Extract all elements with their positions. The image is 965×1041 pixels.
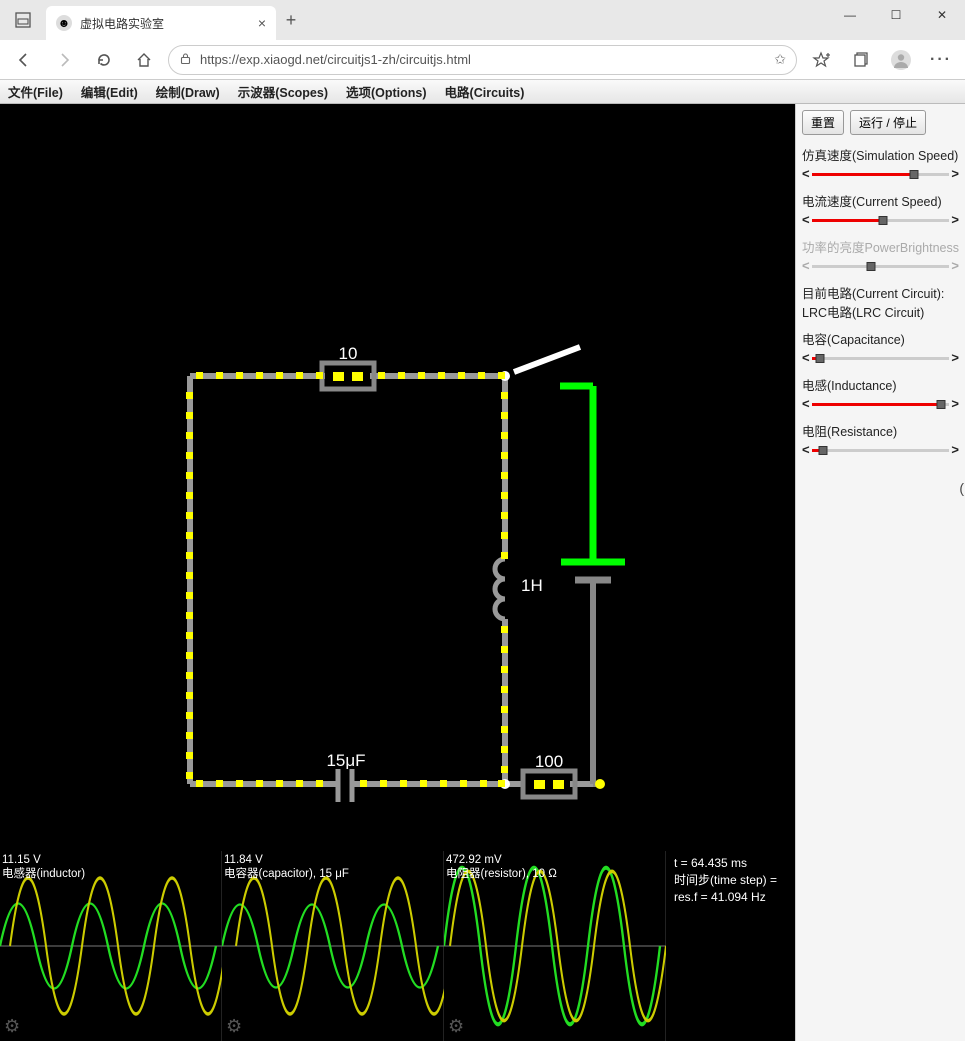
scope1-name: 电感器(inductor) <box>2 868 85 880</box>
menu-scopes[interactable]: 示波器(Scopes) <box>238 82 328 101</box>
stat-step: 时间步(time step) = <box>674 872 777 889</box>
scope3-name: 电阻器(resistor), 10 Ω <box>446 868 557 880</box>
maximize-icon[interactable]: ☐ <box>873 0 919 30</box>
back-button[interactable] <box>8 44 40 76</box>
window-titlebar: ☻ 虚拟电路实验室 × + ― ☐ ✕ <box>0 0 965 40</box>
tab-actions-icon[interactable] <box>0 0 46 40</box>
sim-speed-slider[interactable]: 仿真速度(Simulation Speed) < > <box>802 145 959 181</box>
chevron-right-icon[interactable]: > <box>951 212 959 227</box>
scope1-value: 11.15 V <box>2 854 41 866</box>
inductance-slider[interactable]: 电感(Inductance) < > <box>802 375 959 411</box>
svg-text:10: 10 <box>339 344 358 363</box>
browser-tab[interactable]: ☻ 虚拟电路实验室 × <box>46 6 276 40</box>
svg-text:15μF: 15μF <box>326 751 365 770</box>
svg-text:100: 100 <box>535 752 563 771</box>
circuit-canvas[interactable]: 10 1H 15μF 100 11.15 V 电感器(inductor) ⚙ 11… <box>0 104 795 1041</box>
refresh-button[interactable] <box>88 44 120 76</box>
close-window-icon[interactable]: ✕ <box>919 0 965 30</box>
chevron-right-icon[interactable]: > <box>951 396 959 411</box>
new-tab-button[interactable]: + <box>276 10 306 31</box>
url-field[interactable]: https://exp.xiaogd.net/circuitjs1-zh/cir… <box>168 45 797 75</box>
capacitance-slider[interactable]: 电容(Capacitance) < > <box>802 329 959 365</box>
menu-draw[interactable]: 绘制(Draw) <box>156 82 220 101</box>
run-stop-button[interactable]: 运行 / 停止 <box>850 110 926 135</box>
more-icon[interactable]: ··· <box>925 44 957 76</box>
scope-capacitor[interactable]: 11.84 V 电容器(capacitor), 15 μF ⚙ <box>222 851 444 1041</box>
scope-stats: t = 64.435 ms 时间步(time step) = res.f = 4… <box>666 851 795 1041</box>
brightness-slider: 功率的亮度PowerBrightness < > <box>802 237 959 273</box>
menu-edit[interactable]: 编辑(Edit) <box>81 82 138 101</box>
resistance-slider[interactable]: 电阻(Resistance) < > <box>802 421 959 457</box>
scope-resistor[interactable]: 472.92 mV 电阻器(resistor), 10 Ω ⚙ <box>444 851 666 1041</box>
chevron-left-icon[interactable]: < <box>802 212 810 227</box>
scope2-name: 电容器(capacitor), 15 μF <box>224 868 349 880</box>
menu-circuits[interactable]: 电路(Circuits) <box>445 82 525 101</box>
chevron-left-icon[interactable]: < <box>802 166 810 181</box>
chevron-left-icon: < <box>802 258 810 273</box>
gear-icon[interactable]: ⚙ <box>226 1016 242 1037</box>
chevron-right-icon[interactable]: > <box>951 350 959 365</box>
lock-icon <box>179 52 192 68</box>
forward-button <box>48 44 80 76</box>
scope2-value: 11.84 V <box>224 854 263 866</box>
scope3-value: 472.92 mV <box>446 854 502 866</box>
current-circuit-name: LRC电路(LRC Circuit) <box>802 302 959 321</box>
chevron-right-icon[interactable]: > <box>951 442 959 457</box>
profile-icon[interactable] <box>885 44 917 76</box>
minimize-icon[interactable]: ― <box>827 0 873 30</box>
circuit-diagram: 10 1H 15μF 100 <box>0 104 795 854</box>
reset-button[interactable]: 重置 <box>802 110 844 135</box>
favorites-icon[interactable] <box>805 44 837 76</box>
gear-icon[interactable]: ⚙ <box>4 1016 20 1037</box>
chevron-left-icon[interactable]: < <box>802 396 810 411</box>
sidebar: 重置 运行 / 停止 仿真速度(Simulation Speed) < > 电流… <box>795 104 965 1041</box>
menu-file[interactable]: 文件(File) <box>8 82 63 101</box>
clipped-paren: ( <box>959 480 964 496</box>
svg-text:1H: 1H <box>521 576 543 595</box>
stat-time: t = 64.435 ms <box>674 855 777 872</box>
chevron-left-icon[interactable]: < <box>802 442 810 457</box>
current-circuit-label: 目前电路(Current Circuit): <box>802 283 959 302</box>
menu-options[interactable]: 选项(Options) <box>346 82 427 101</box>
address-bar: https://exp.xiaogd.net/circuitjs1-zh/cir… <box>0 40 965 80</box>
scope-row: 11.15 V 电感器(inductor) ⚙ 11.84 V 电容器(capaci… <box>0 851 795 1041</box>
reader-icon[interactable]: ✩ <box>774 51 786 68</box>
stat-resf: res.f = 41.094 Hz <box>674 889 777 906</box>
current-speed-slider[interactable]: 电流速度(Current Speed) < > <box>802 191 959 227</box>
chevron-right-icon: > <box>951 258 959 273</box>
close-tab-icon[interactable]: × <box>258 15 266 31</box>
scope-inductor[interactable]: 11.15 V 电感器(inductor) ⚙ <box>0 851 222 1041</box>
chevron-right-icon[interactable]: > <box>951 166 959 181</box>
menu-bar: 文件(File) 编辑(Edit) 绘制(Draw) 示波器(Scopes) 选… <box>0 80 965 104</box>
favicon-icon: ☻ <box>56 15 72 31</box>
tab-title: 虚拟电路实验室 <box>80 15 250 32</box>
collections-icon[interactable] <box>845 44 877 76</box>
gear-icon[interactable]: ⚙ <box>448 1016 464 1037</box>
home-button[interactable] <box>128 44 160 76</box>
chevron-left-icon[interactable]: < <box>802 350 810 365</box>
url-text: https://exp.xiaogd.net/circuitjs1-zh/cir… <box>200 52 766 67</box>
